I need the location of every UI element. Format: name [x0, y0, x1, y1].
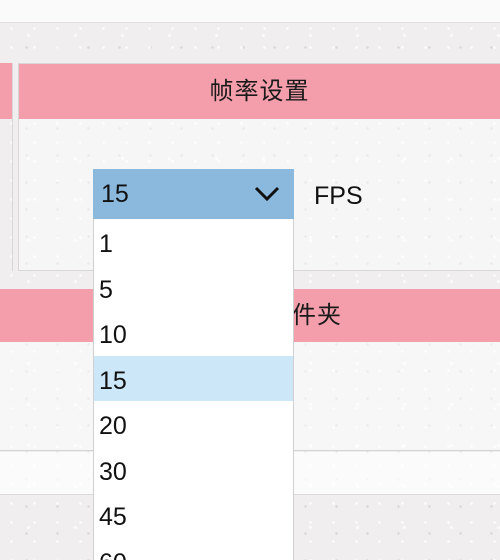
- fps-option[interactable]: 5: [94, 265, 293, 311]
- fps-option[interactable]: 30: [94, 447, 293, 493]
- top-strip: [0, 0, 500, 23]
- fps-option[interactable]: 10: [94, 310, 293, 356]
- fps-option[interactable]: 45: [94, 492, 293, 538]
- frame-rate-panel-title: 帧率设置: [19, 64, 500, 119]
- fps-option[interactable]: 20: [94, 401, 293, 447]
- fps-select-value: 15: [101, 180, 129, 208]
- fps-unit-label: FPS: [314, 182, 363, 210]
- fps-option[interactable]: 60: [94, 538, 293, 560]
- chevron-down-icon: [254, 186, 280, 202]
- fps-dropdown-list[interactable]: 1 5 10 15 20 30 45 60: [93, 219, 294, 560]
- left-panel-edge: [0, 63, 13, 271]
- fps-option[interactable]: 1: [94, 219, 293, 265]
- fps-select[interactable]: 15: [93, 169, 294, 219]
- left-panel-header: [0, 63, 12, 119]
- fps-option-selected[interactable]: 15: [94, 355, 293, 401]
